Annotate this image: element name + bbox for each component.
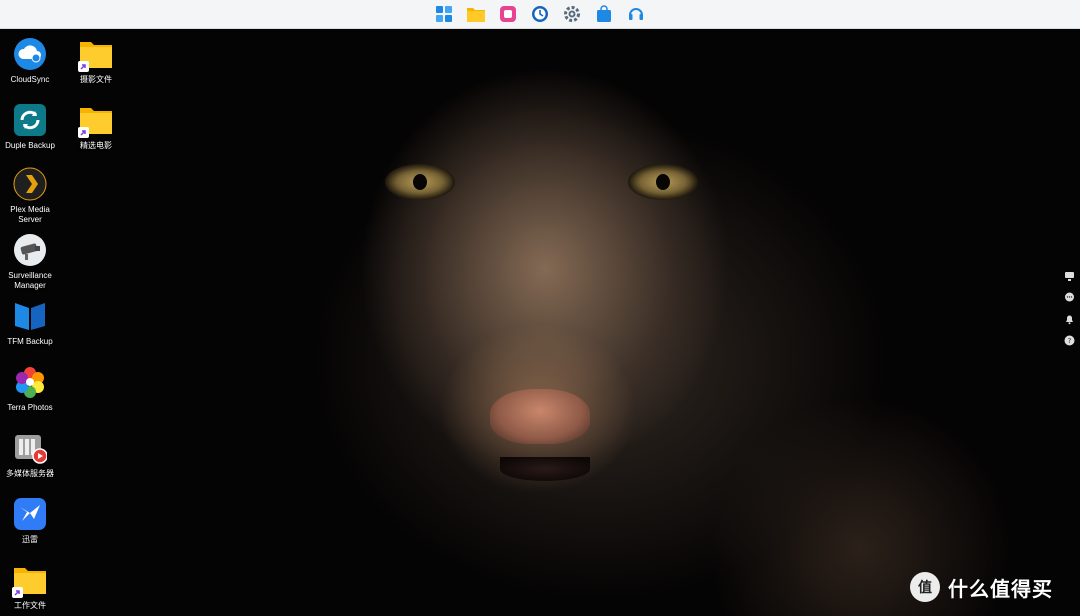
photos-app-icon[interactable] [497,3,519,25]
tfm-backup-icon [12,298,48,334]
desktop-icon-surveillance[interactable]: Surveillance Manager [0,232,62,291]
desktop-icon-label: Duple Backup [5,141,55,150]
desktop-icon-label: 精选电影 [80,141,112,150]
watermark-text: 什么值得买 [948,578,1053,601]
desktop-icon-label: Plex Media Server [10,205,50,224]
desktop-icon-plex[interactable]: Plex Media Server [0,166,62,225]
folder-shortcut-icon [78,102,114,138]
duple-backup-icon [12,102,48,138]
desktop-icon-label: TFM Backup [7,337,53,346]
desktop-icon-media-server[interactable]: 多媒体服务器 [0,430,62,479]
lynx-mouth [500,457,590,481]
help-icon[interactable]: ? [1063,334,1075,346]
media-server-icon [12,430,48,466]
folder-shortcut-icon [12,562,48,598]
surveillance-camera-icon [12,232,48,268]
desktop-wallpaper-lynx [0,29,1080,616]
terra-photos-icon [12,364,48,400]
backup-clock-icon[interactable] [529,3,551,25]
support-headset-icon[interactable] [625,3,647,25]
desktop-icon-tfm-backup[interactable]: TFM Backup [0,298,62,347]
desktop-icon-terra-photos[interactable]: Terra Photos [0,364,62,413]
watermark: 值 什么值得买 [910,572,1053,602]
settings-gear-icon[interactable] [561,3,583,25]
top-taskbar [0,0,1080,29]
cloudsync-icon [12,36,48,72]
shortcut-arrow-icon [78,61,89,72]
desktop-icon-label: Surveillance Manager [8,271,52,290]
lynx-left-eye [385,164,455,200]
monitor-icon[interactable] [1063,270,1075,282]
desktop-icon-label: Terra Photos [7,403,53,412]
lynx-nose [490,389,590,444]
bell-icon[interactable] [1063,313,1075,325]
desktop-icon-label: 工作文件 [14,601,46,610]
desktop-icon-work-files[interactable]: 工作文件 [0,562,62,611]
folder-shortcut-icon [78,36,114,72]
app-center-icon[interactable] [433,3,455,25]
svg-text:?: ? [1067,337,1071,345]
desktop-icon-label: 多媒体服务器 [6,469,54,478]
chat-icon[interactable] [1063,291,1075,303]
watermark-logo: 值 [910,572,940,602]
shortcut-arrow-icon [12,587,23,598]
desktop-icon-duple-backup[interactable]: Duple Backup [0,102,62,151]
desktop-icon-photography-files[interactable]: 摄影文件 [64,36,128,85]
plex-icon [12,166,48,202]
file-manager-icon[interactable] [465,3,487,25]
shortcut-arrow-icon [78,127,89,138]
desktop-icon-featured-movies[interactable]: 精选电影 [64,102,128,151]
desktop-icon-label: 摄影文件 [80,75,112,84]
lynx-right-eye [628,164,698,200]
xunlei-icon [12,496,48,532]
app-store-bag-icon[interactable] [593,3,615,25]
desktop-icon-label: 迅雷 [22,535,38,544]
desktop-icon-label: CloudSync [10,75,50,84]
desktop-icon-cloudsync[interactable]: CloudSync [0,36,62,85]
desktop-icon-xunlei[interactable]: 迅雷 [0,496,62,545]
